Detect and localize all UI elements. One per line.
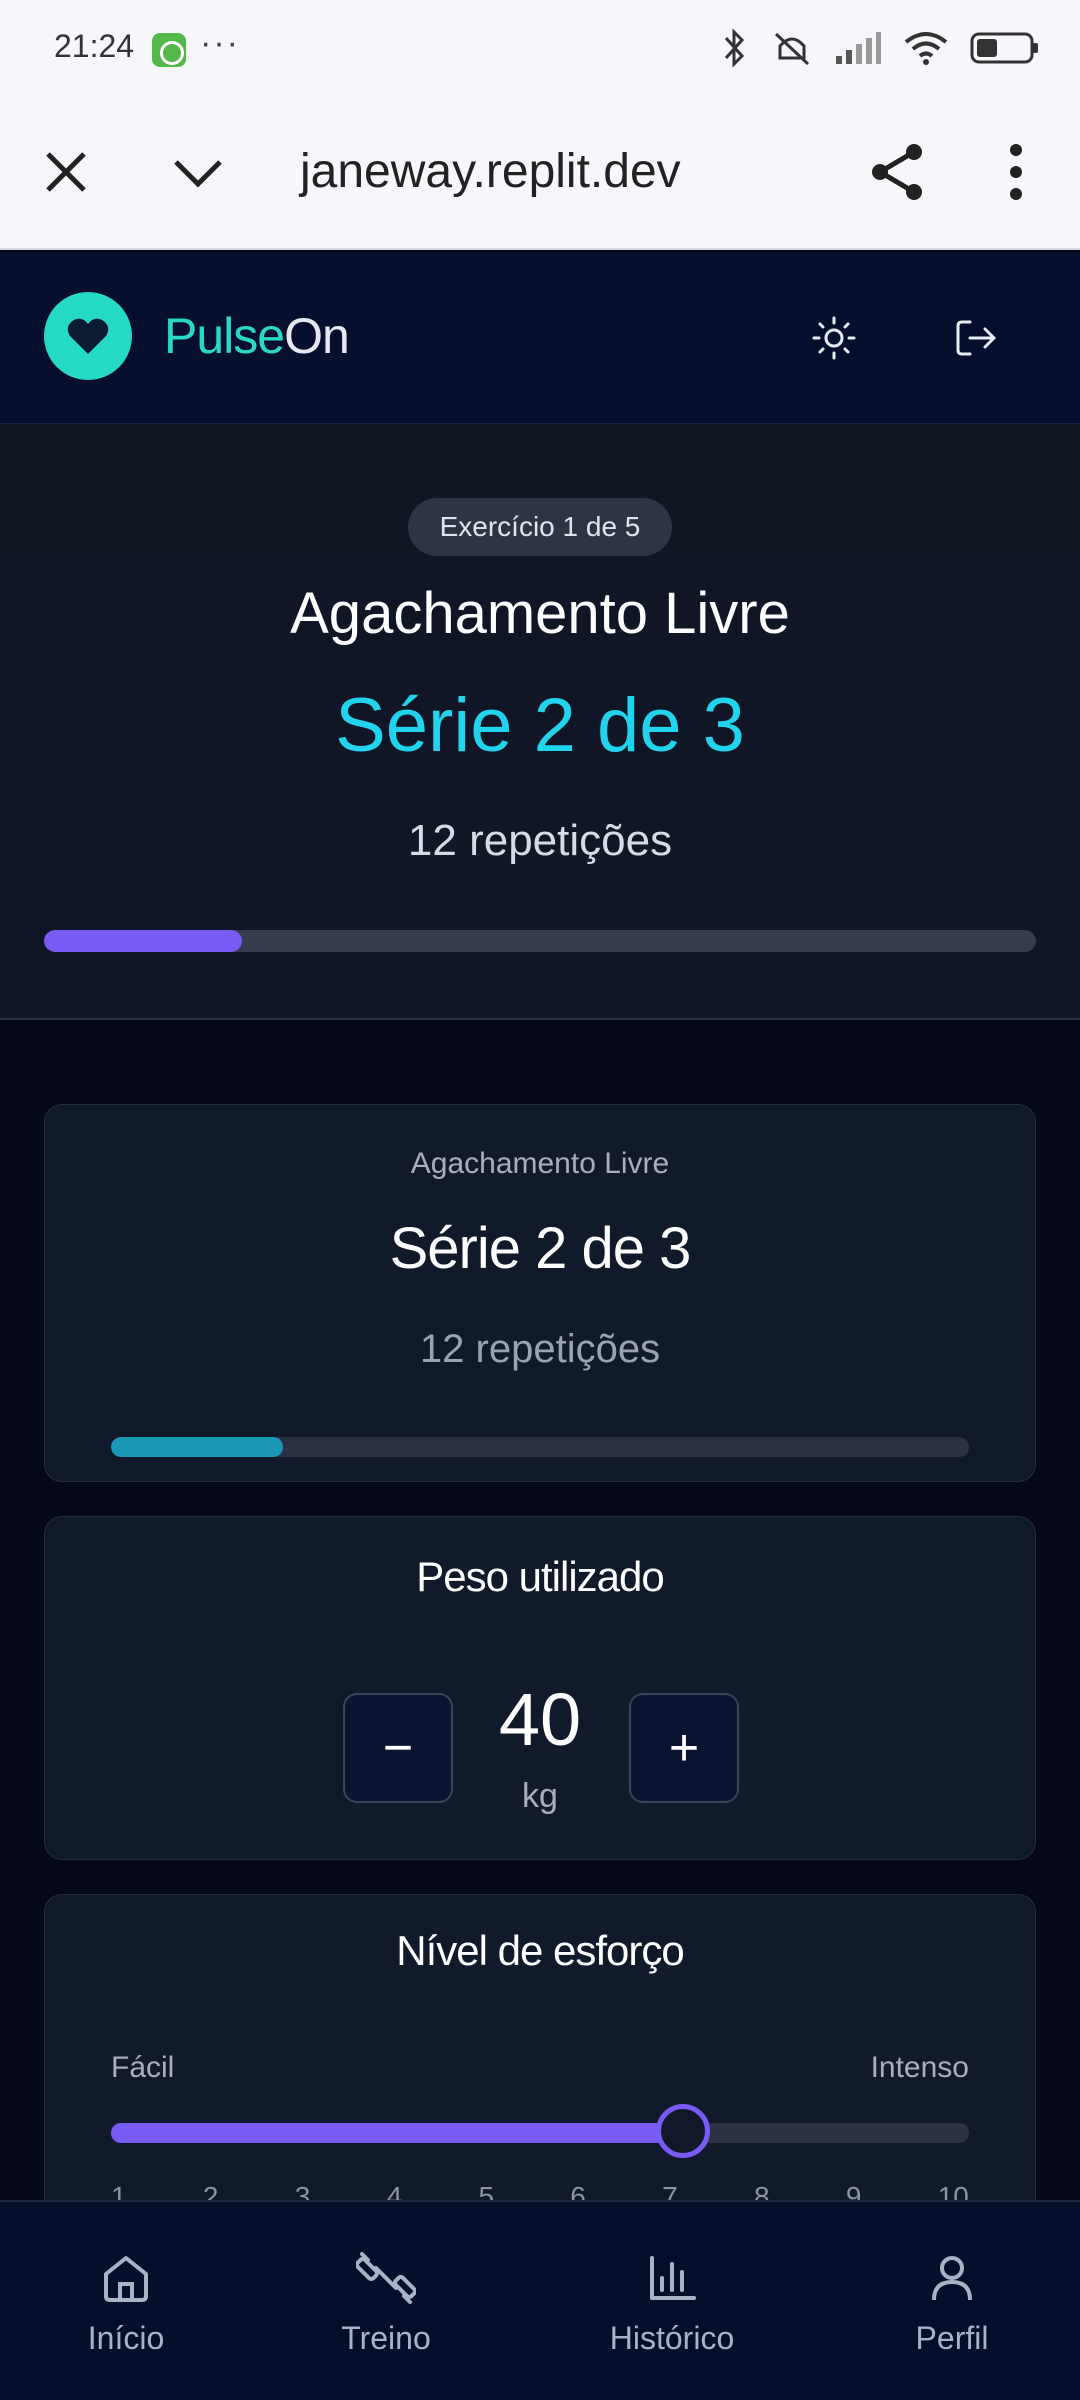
more-vertical-icon (1010, 144, 1022, 200)
chart-icon (650, 2256, 696, 2300)
exercise-counter-badge: Exercício 1 de 5 (408, 498, 672, 556)
nav-item-perfil[interactable]: Perfil (852, 2246, 1052, 2357)
collapse-button[interactable] (168, 142, 228, 202)
nav-item-inicio[interactable]: Início (26, 2246, 226, 2357)
brand-name: PulseOn (164, 306, 350, 366)
close-tab-button[interactable] (36, 142, 96, 202)
set-progress-fill (111, 1437, 283, 1457)
weight-card: Peso utilizado − 40 kg + (44, 1516, 1036, 1860)
set-card-reps: 12 repetições (419, 1327, 661, 1371)
effort-card-title: Nível de esforço (396, 1927, 684, 1974)
workout-progress-fill (44, 930, 243, 952)
nav-label-perfil: Perfil (915, 2320, 989, 2356)
home-icon (104, 2256, 148, 2302)
serie-indicator: Série 2 de 3 (335, 683, 745, 768)
brand-part-pulse: Pulse (164, 308, 285, 364)
brand-part-on: On (284, 308, 350, 364)
nav-item-historico[interactable]: Histórico (572, 2246, 772, 2357)
logout-button[interactable] (952, 314, 1000, 362)
reps-indicator: 12 repetições (407, 816, 673, 865)
logout-icon (956, 320, 996, 356)
nav-item-treino[interactable]: Treino (286, 2246, 486, 2357)
bottom-navigation: Início Treino Histórico Perfil (0, 2200, 1080, 2400)
workout-progress-bar (44, 930, 1036, 952)
more-notifications-icon: ··· (200, 24, 240, 62)
whatsapp-icon (152, 33, 186, 67)
status-time: 21:24 (54, 28, 135, 64)
effort-max-label: Intenso (870, 2051, 969, 2084)
theme-toggle-button[interactable] (810, 314, 858, 362)
exercise-hero: Exercício 1 de 5 Agachamento Livre Série… (0, 424, 1080, 1020)
effort-slider-thumb[interactable] (655, 2104, 710, 2158)
nav-label-historico: Histórico (609, 2320, 735, 2356)
nav-label-inicio: Início (87, 2320, 165, 2356)
weight-value: 40 (498, 1678, 582, 1761)
nav-label-treino: Treino (341, 2320, 431, 2356)
heart-icon (67, 318, 109, 354)
wifi-icon (904, 32, 948, 65)
increase-weight-button[interactable]: + (629, 1693, 739, 1803)
dumbbell-icon (356, 2252, 416, 2304)
app-header: PulseOn (0, 252, 1080, 424)
share-icon (872, 144, 922, 200)
weight-card-title: Peso utilizado (416, 1553, 665, 1600)
logo (44, 292, 132, 380)
more-options-button[interactable] (986, 140, 1046, 204)
chevron-down-icon (174, 160, 222, 188)
share-button[interactable] (866, 140, 930, 204)
weight-unit: kg (522, 1777, 558, 1815)
exercise-title: Agachamento Livre (290, 581, 790, 646)
bluetooth-icon (724, 28, 745, 68)
set-card-exercise: Agachamento Livre (410, 1147, 670, 1180)
mute-icon (774, 32, 810, 66)
browser-toolbar: janeway.replit.dev (0, 100, 1080, 250)
current-set-card: Agachamento Livre Série 2 de 3 12 repeti… (44, 1104, 1036, 1482)
set-card-serie: Série 2 de 3 (389, 1216, 692, 1281)
user-icon (932, 2256, 972, 2301)
status-bar: 21:24 ··· (0, 0, 1080, 100)
effort-slider[interactable] (111, 2104, 969, 2158)
close-icon (46, 152, 86, 192)
url-bar[interactable]: janeway.replit.dev (300, 142, 681, 202)
battery-icon (970, 32, 1038, 64)
status-icons (720, 28, 1040, 68)
signal-icon (836, 32, 881, 64)
sun-icon (812, 316, 856, 360)
effort-min-label: Fácil (111, 2051, 175, 2084)
effort-slider-fill (111, 2123, 683, 2143)
set-progress-bar (111, 1437, 969, 1457)
